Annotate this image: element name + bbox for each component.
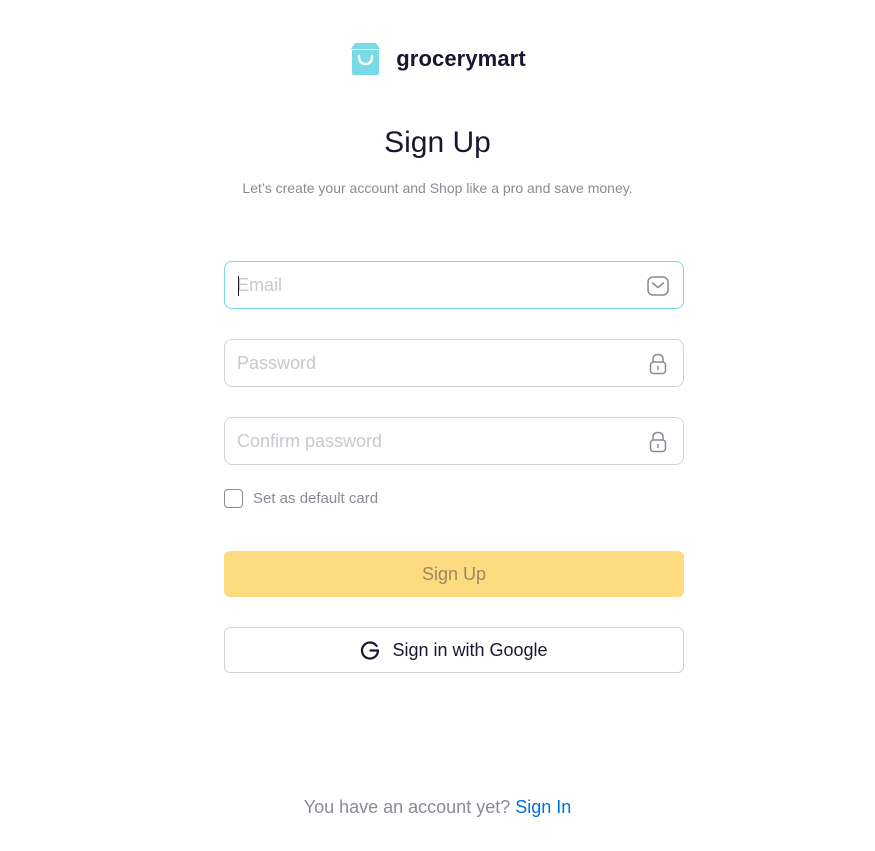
google-sign-in-button[interactable]: Sign in with Google <box>224 627 684 673</box>
password-field <box>224 339 684 387</box>
sign-up-form: Set as default card Sign Up Sign in with… <box>224 261 684 673</box>
sign-in-link[interactable]: Sign In <box>515 797 571 817</box>
brand-logo[interactable]: grocerymart <box>0 42 875 75</box>
page-title: Sign Up <box>384 126 491 159</box>
email-input[interactable] <box>225 262 683 308</box>
google-icon <box>361 641 380 660</box>
sign-up-page: grocerymart Sign Up Let’s create your ac… <box>0 0 875 851</box>
confirm-password-input[interactable] <box>225 418 683 464</box>
password-input[interactable] <box>225 340 683 386</box>
brand-name: grocerymart <box>396 45 526 71</box>
lock-icon <box>646 430 670 454</box>
sign-up-button[interactable]: Sign Up <box>224 551 684 597</box>
mail-icon <box>646 274 670 298</box>
default-card-option[interactable]: Set as default card <box>224 488 684 508</box>
lock-icon <box>646 352 670 376</box>
confirm-password-field <box>224 417 684 465</box>
email-field <box>224 261 684 309</box>
sign-in-prompt: You have an account yet? Sign In <box>0 797 875 818</box>
google-sign-in-label: Sign in with Google <box>392 639 548 660</box>
page-subtitle: Let’s create your account and Shop like … <box>242 180 633 196</box>
default-card-label: Set as default card <box>253 489 379 507</box>
text-caret <box>238 276 239 296</box>
default-card-checkbox[interactable] <box>224 488 243 508</box>
shopping-bag-icon <box>351 43 381 75</box>
sign-in-prompt-text: You have an account yet? <box>303 797 511 817</box>
